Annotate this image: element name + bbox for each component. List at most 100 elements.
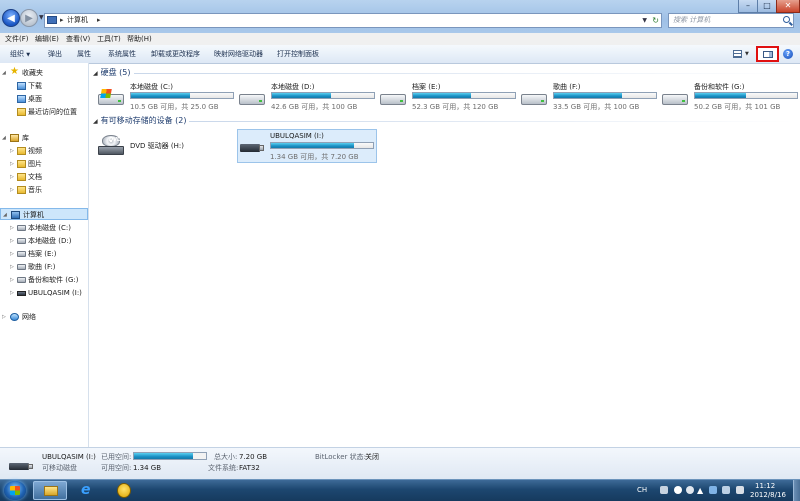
drive-usage-bar <box>553 92 657 99</box>
eject-button[interactable]: 弹出 <box>48 45 62 63</box>
expand-arrow-icon[interactable]: ▷ <box>10 287 14 299</box>
nav-computer[interactable]: ◢ 计算机 <box>0 208 88 220</box>
maximize-button[interactable]: □ <box>757 0 777 13</box>
network-icon <box>10 313 19 321</box>
menu-tools[interactable]: 工具(T) <box>97 33 121 45</box>
help-tray-icon[interactable] <box>686 486 694 494</box>
hard-drive-icon <box>17 251 26 257</box>
address-dropdown-button[interactable]: ▼ <box>642 14 647 27</box>
navigation-pane: ◢ ★ 收藏夹 下载 桌面 最近访问的位置 ◢ 库 ▷ 视频 ▷ 图片 ▷ 文档… <box>0 63 89 447</box>
minimize-button[interactable]: – <box>738 0 758 13</box>
nav-item-videos[interactable]: ▷ 视频 <box>0 145 88 157</box>
nav-item-drive-d[interactable]: ▷ 本地磁盘 (D:) <box>0 235 88 247</box>
organize-button[interactable]: 组织 ▼ <box>10 45 30 64</box>
properties-button[interactable]: 属性 <box>77 45 91 63</box>
nav-item-downloads[interactable]: 下载 <box>0 80 88 92</box>
menu-view[interactable]: 查看(V) <box>66 33 90 45</box>
nav-network[interactable]: ▷ 网络 <box>0 311 88 323</box>
expand-arrow-icon[interactable]: ▷ <box>10 222 14 234</box>
view-dropdown-button[interactable]: ▼ <box>745 45 749 63</box>
taskbar-explorer-button[interactable] <box>33 481 67 500</box>
collapse-arrow-icon[interactable]: ◢ <box>2 67 6 79</box>
nav-item-label: 音乐 <box>28 186 42 194</box>
change-view-icon[interactable] <box>733 50 742 58</box>
dvd-drive-icon: DVD <box>98 135 124 159</box>
nav-item-pictures[interactable]: ▷ 图片 <box>0 158 88 170</box>
nav-item-desktop[interactable]: 桌面 <box>0 93 88 105</box>
nav-item-drive-c[interactable]: ▷ 本地磁盘 (C:) <box>0 222 88 234</box>
collapse-arrow-icon[interactable]: ◢ <box>93 118 98 125</box>
collapse-arrow-icon[interactable]: ◢ <box>2 132 6 144</box>
action-center-flag-icon[interactable] <box>709 486 717 494</box>
open-control-panel-button[interactable]: 打开控制面板 <box>277 45 319 63</box>
nav-libraries[interactable]: ◢ 库 <box>0 132 88 144</box>
clock-time[interactable]: 11:12 <box>755 482 775 491</box>
history-dropdown-button[interactable]: ▼ <box>39 14 44 21</box>
taskbar-qq-button[interactable] <box>107 481 141 500</box>
refresh-icon[interactable]: ↻ <box>652 14 659 27</box>
drive-tile-dvd[interactable]: DVD DVD 驱动器 (H:) <box>98 129 234 165</box>
nav-item-drive-f[interactable]: ▷ 歌曲 (F:) <box>0 261 88 273</box>
uninstall-program-button[interactable]: 卸载或更改程序 <box>151 45 200 63</box>
group-header-label: 有可移动存储的设备 (2) <box>100 116 187 125</box>
search-input[interactable]: 搜索 计算机 <box>668 13 794 28</box>
group-header-hard-disks[interactable]: ◢ 硬盘 (5) <box>93 67 131 79</box>
collapse-arrow-icon[interactable]: ◢ <box>3 209 7 221</box>
preview-pane-button[interactable] <box>756 46 779 62</box>
language-indicator[interactable]: CH <box>637 480 647 501</box>
expand-arrow-icon[interactable]: ▷ <box>10 171 14 183</box>
drive-free-space: 1.34 GB 可用，共 7.20 GB <box>270 153 359 161</box>
address-bar[interactable]: ▸ 计算机 ▸ ▼ ↻ <box>44 13 662 28</box>
menu-file[interactable]: 文件(F) <box>5 33 29 45</box>
forward-button[interactable]: ▶ <box>20 9 38 27</box>
show-desktop-button[interactable] <box>793 480 800 501</box>
clock-date[interactable]: 2012/8/16 <box>750 491 786 500</box>
qq-icon <box>117 483 131 498</box>
expand-arrow-icon[interactable]: ▷ <box>10 274 14 286</box>
expand-arrow-icon[interactable]: ▷ <box>10 261 14 273</box>
details-free-label: 可用空间: <box>101 464 132 472</box>
nav-item-music[interactable]: ▷ 音乐 <box>0 184 88 196</box>
drive-tile-e[interactable]: 档案 (E:) 52.3 GB 可用，共 120 GB <box>380 80 516 116</box>
nav-item-drive-i[interactable]: ▷ UBULQASIM (I:) <box>0 287 88 299</box>
help-button[interactable]: ? <box>783 49 793 59</box>
videos-library-icon <box>17 147 26 155</box>
drive-tile-c[interactable]: 本地磁盘 (C:) 10.5 GB 可用，共 25.0 GB <box>98 80 234 116</box>
chevron-right-icon[interactable]: ▸ <box>97 14 101 27</box>
details-bitlocker-value: 关闭 <box>365 453 379 461</box>
chevron-right-icon[interactable]: ▸ <box>60 14 64 27</box>
address-breadcrumb[interactable]: 计算机 <box>67 14 88 27</box>
system-properties-button[interactable]: 系统属性 <box>108 45 136 63</box>
volume-icon[interactable] <box>736 486 744 494</box>
expand-arrow-icon[interactable]: ▷ <box>2 311 6 323</box>
expand-arrow-icon[interactable]: ▷ <box>10 158 14 170</box>
drive-name: 档案 (E:) <box>412 83 441 91</box>
drive-tile-f[interactable]: 歌曲 (F:) 33.5 GB 可用，共 100 GB <box>521 80 657 116</box>
nav-favorites[interactable]: ◢ ★ 收藏夹 <box>0 67 88 79</box>
taskbar-ie-button[interactable]: e <box>71 481 105 500</box>
group-header-removable[interactable]: ◢ 有可移动存储的设备 (2) <box>93 115 187 127</box>
nav-item-documents[interactable]: ▷ 文档 <box>0 171 88 183</box>
map-network-drive-button[interactable]: 映射网络驱动器 <box>214 45 263 63</box>
search-icon[interactable] <box>783 16 790 23</box>
drive-tile-d[interactable]: 本地磁盘 (D:) 42.6 GB 可用，共 100 GB <box>239 80 375 116</box>
ime-icon[interactable] <box>674 486 682 494</box>
keyboard-icon[interactable] <box>660 486 668 494</box>
drive-tile-usb[interactable]: UBULQASIM (I:) 1.34 GB 可用，共 7.20 GB <box>237 129 377 163</box>
expand-arrow-icon[interactable]: ▷ <box>10 235 14 247</box>
nav-item-recent[interactable]: 最近访问的位置 <box>0 106 88 118</box>
collapse-arrow-icon[interactable]: ◢ <box>93 70 98 77</box>
menu-help[interactable]: 帮助(H) <box>127 33 152 45</box>
drive-tile-g[interactable]: 备份和软件 (G:) 50.2 GB 可用，共 101 GB <box>662 80 798 116</box>
close-button[interactable]: ✕ <box>776 0 800 13</box>
menu-edit[interactable]: 编辑(E) <box>35 33 59 45</box>
tray-expand-icon[interactable]: ▲ <box>697 480 703 501</box>
expand-arrow-icon[interactable]: ▷ <box>10 248 14 260</box>
back-button[interactable]: ◀ <box>2 9 20 27</box>
nav-item-drive-e[interactable]: ▷ 档案 (E:) <box>0 248 88 260</box>
nav-item-drive-g[interactable]: ▷ 备份和软件 (G:) <box>0 274 88 286</box>
network-tray-icon[interactable] <box>722 486 730 494</box>
expand-arrow-icon[interactable]: ▷ <box>10 184 14 196</box>
start-button[interactable] <box>4 481 26 500</box>
expand-arrow-icon[interactable]: ▷ <box>10 145 14 157</box>
